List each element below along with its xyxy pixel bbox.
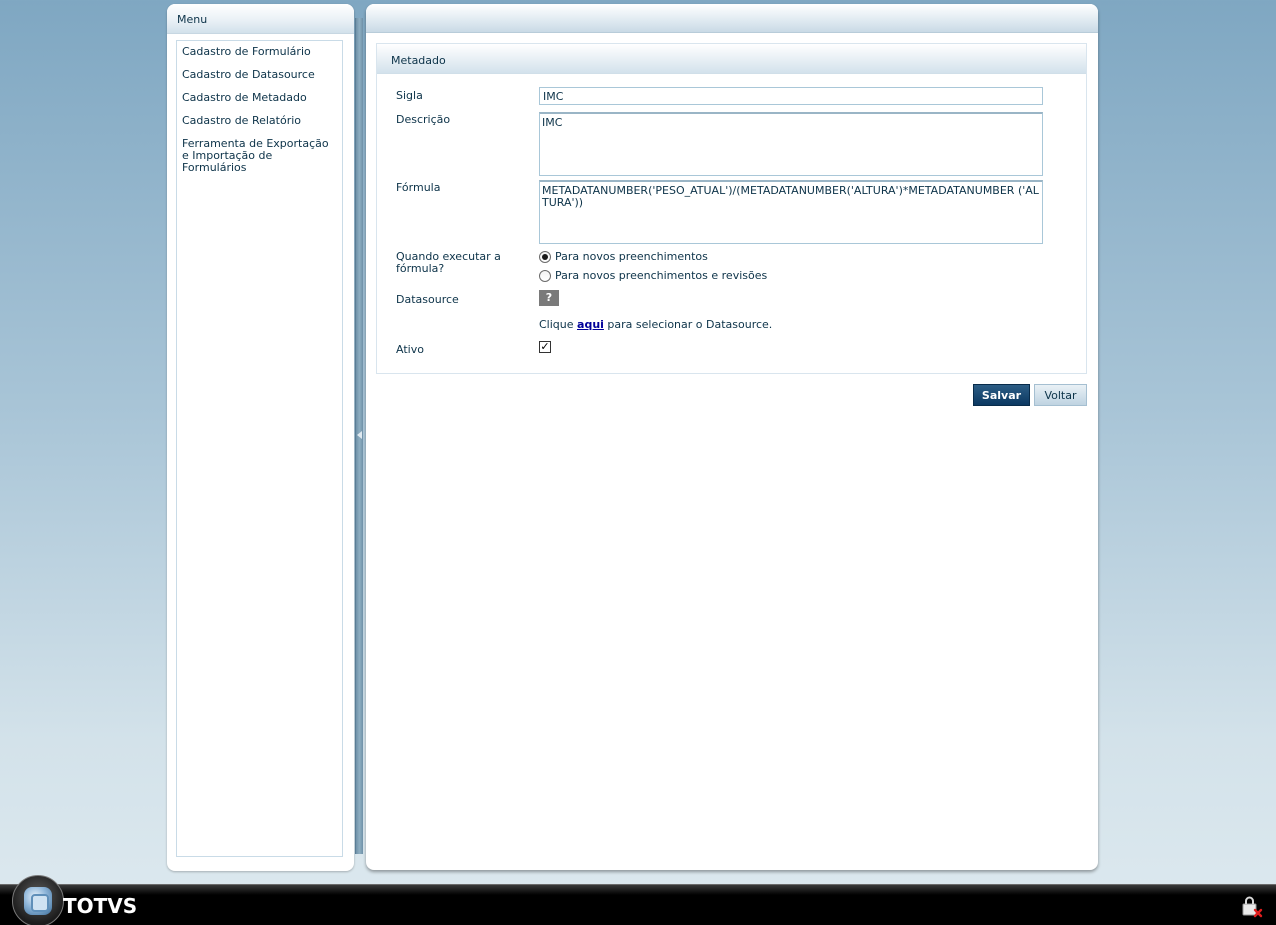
menu-title: Menu	[167, 4, 354, 34]
salvar-button[interactable]: Salvar	[973, 384, 1030, 406]
main-header	[366, 4, 1098, 33]
descricao-label: Descrição	[396, 113, 451, 126]
brand-name: TOTVS	[63, 894, 138, 918]
select-datasource-hint: Clique aqui para selecionar o Datasource…	[539, 318, 773, 331]
menu-item-cadastro-metadado[interactable]: Cadastro de Metadado	[182, 92, 342, 104]
radio-unchecked-icon[interactable]	[539, 269, 551, 282]
datasource-label: Datasource	[396, 293, 459, 306]
lock-icon[interactable]	[1240, 895, 1264, 919]
voltar-button[interactable]: Voltar	[1034, 384, 1087, 406]
totvs-logo-mark	[24, 887, 52, 915]
menu-item-cadastro-relatorio[interactable]: Cadastro de Relatório	[182, 115, 342, 127]
formula-label: Fórmula	[396, 181, 441, 194]
form-title: Metadado	[377, 44, 1086, 74]
menu-panel: Menu Cadastro de Formulário Cadastro de …	[167, 4, 354, 871]
descricao-textarea[interactable]: IMC	[539, 112, 1043, 176]
menu-item-cadastro-formulario[interactable]: Cadastro de Formulário	[182, 46, 342, 58]
ativo-checkbox[interactable]: ✓	[539, 341, 551, 353]
bottom-bar: TOTVS	[0, 875, 1276, 925]
collapse-arrow-icon[interactable]	[357, 431, 362, 439]
select-datasource-link[interactable]: aqui	[577, 318, 604, 331]
ativo-label: Ativo	[396, 343, 424, 356]
totvs-logo-icon[interactable]	[12, 875, 64, 925]
menu-item-ferramenta-exportacao[interactable]: Ferramenta de Exportação e Importação de…	[182, 138, 342, 174]
sigla-label: Sigla	[396, 89, 423, 102]
menu-item-cadastro-datasource[interactable]: Cadastro de Datasource	[182, 69, 342, 81]
radio-novos-preenchimentos[interactable]: Para novos preenchimentos	[539, 250, 708, 263]
radio-label: Para novos preenchimentos e revisões	[555, 269, 768, 282]
main-panel: Metadado Sigla IMC Descrição IMC Fórmula…	[366, 4, 1098, 870]
metadado-form: Metadado Sigla IMC Descrição IMC Fórmula…	[376, 43, 1087, 374]
sigla-input[interactable]: IMC	[539, 87, 1043, 105]
radio-checked-icon[interactable]	[539, 250, 551, 263]
quando-executar-label: Quando executar a fórmula?	[396, 250, 501, 275]
formula-textarea[interactable]: METADATANUMBER('PESO_ATUAL')/(METADATANU…	[539, 180, 1043, 244]
panel-splitter[interactable]	[355, 18, 363, 854]
menu-list: Cadastro de Formulário Cadastro de Datas…	[176, 40, 343, 857]
help-icon[interactable]: ?	[539, 290, 559, 306]
radio-novos-preenchimentos-revisoes[interactable]: Para novos preenchimentos e revisões	[539, 269, 767, 282]
radio-label: Para novos preenchimentos	[555, 250, 708, 263]
